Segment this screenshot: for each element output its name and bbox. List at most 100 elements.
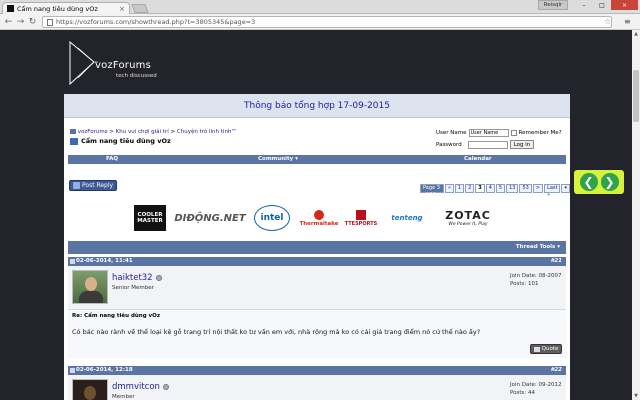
maximize-icon[interactable]: □ (593, 0, 611, 10)
sponsor-intel-text: intel (260, 213, 284, 223)
sponsor-didong-text: DIĐỘNG.NET (174, 212, 246, 224)
pager-page-current: 3 (475, 184, 485, 193)
username-input[interactable] (468, 129, 509, 137)
post-username-text: haiktet32 (112, 273, 153, 283)
pager-last[interactable]: Last » (544, 184, 561, 198)
pager-page-53[interactable]: 53 (519, 184, 532, 193)
post-user-info: haiktet32 Senior Member Join Date: 08-20… (68, 266, 566, 310)
browser-tab[interactable]: Cẩm nang tiêu dùng vOz × (2, 2, 130, 14)
post-title: Re: Cẩm nang tiêu dùng vOz (72, 313, 161, 319)
current-thread-text: Cẩm nang tiêu dùng vOz (81, 137, 171, 145)
breadcrumb-item-vozforums[interactable]: vozForums (78, 129, 108, 135)
avatar[interactable] (72, 379, 108, 400)
page-scrollbar[interactable]: ▲ ▼ (632, 30, 640, 400)
thread-tools-menu[interactable]: Thread Tools ▾ (516, 244, 560, 250)
breadcrumb-separator: > (107, 129, 116, 135)
remember-me-label: Remember Me? (518, 130, 562, 136)
post-number-link[interactable]: #21 (551, 258, 562, 264)
post-username[interactable]: haiktet32 (112, 273, 162, 283)
bookmark-star-icon[interactable]: ☆ (604, 17, 611, 26)
scroll-up-icon[interactable]: ▲ (632, 30, 640, 38)
back-icon[interactable]: ← (3, 17, 14, 27)
breadcrumb-home-icon[interactable] (70, 129, 76, 134)
tab-title: Cẩm nang tiêu dùng vOz (17, 4, 98, 13)
user-stats: Join Date: 08-2007 Posts: 101 (510, 272, 561, 288)
nav-community[interactable]: Community ▾ (258, 156, 298, 162)
pager-page-2[interactable]: 2 (465, 184, 475, 193)
scroll-down-icon[interactable]: ▼ (632, 392, 640, 400)
user-stats: Join Date: 09-2012 Posts: 44 (510, 381, 561, 397)
pager-first[interactable]: « (444, 184, 454, 193)
sponsor-thermaltake-text: Thermaltake (299, 220, 339, 227)
post-date: 02-06-2014, 12:18 (76, 367, 133, 373)
breadcrumb-item-khu-vui-choi[interactable]: Khu vui chơi giải trí (116, 129, 169, 135)
nav-faq[interactable]: FAQ (106, 156, 118, 162)
breadcrumb: vozForums > Khu vui chơi giải trí > Chuy… (70, 129, 237, 135)
profile-badge[interactable]: Reisqir (538, 0, 568, 10)
browser-menu-icon[interactable]: ≡ (624, 17, 631, 26)
sponsor-ttesports-text: TTESPORTS (344, 220, 378, 227)
offline-status-icon (155, 275, 162, 281)
post-header: 02-06-2014, 11:41 #21 (68, 257, 566, 266)
pager-next[interactable]: > (532, 184, 544, 193)
quote-button[interactable]: Quote (530, 344, 562, 354)
sponsor-tenteng[interactable]: tenteng (384, 205, 430, 231)
pager-page-1[interactable]: 1 (454, 184, 465, 193)
post-reply-icon (73, 182, 80, 189)
sponsor-didong[interactable]: DIĐỘNG.NET (174, 205, 246, 231)
pager-page-4[interactable]: 4 (485, 184, 495, 193)
breadcrumb-item-chuyen-tro[interactable]: Chuyện trò linh tinh™ (177, 129, 237, 135)
nav-calendar[interactable]: Calendar (464, 156, 492, 162)
sponsor-thermaltake[interactable]: Thermaltake (298, 205, 340, 231)
pager-label[interactable]: Page 3 of 54 (420, 184, 444, 198)
breadcrumb-separator: > (168, 129, 177, 135)
sponsor-tenteng-text: tenteng (391, 214, 423, 222)
login-button[interactable]: Log in (509, 140, 535, 149)
sponsor-ttesports[interactable]: TTESPORTS (344, 205, 378, 231)
avatar[interactable] (72, 270, 108, 304)
pager-page-13[interactable]: 13 (506, 184, 519, 193)
page-icon (47, 18, 53, 26)
post-username[interactable]: dmmvitcon (112, 382, 169, 392)
post-username-text: dmmvitcon (112, 382, 160, 392)
user-title: Member (112, 394, 135, 400)
sponsor-banner: COOLER MASTER DIĐỘNG.NET intel Thermalta… (134, 205, 504, 235)
remember-me-checkbox[interactable] (510, 130, 517, 136)
reload-icon[interactable]: ↻ (27, 17, 38, 27)
pager-menu-icon[interactable]: ▾ (561, 184, 570, 193)
sponsor-intel[interactable]: intel (254, 205, 290, 231)
post-reply-label: Post Reply (82, 182, 114, 189)
sponsor-cooler-master[interactable]: COOLER MASTER (134, 205, 166, 231)
sponsor-zotac[interactable]: ZOTAC We Power It, Play (436, 205, 500, 231)
user-title: Senior Member (112, 285, 154, 291)
post-user-info: dmmvitcon Member Join Date: 09-2012 Post… (68, 375, 566, 400)
post-number-link[interactable]: #22 (551, 367, 562, 373)
quote-label: Quote (541, 346, 559, 352)
pagination: Page 3 of 54 « 1 2 3 4 5 13 53 > Last » … (420, 184, 570, 198)
new-tab-button[interactable] (131, 4, 149, 13)
tab-close-icon[interactable]: × (119, 5, 125, 13)
offline-status-icon (162, 384, 169, 390)
join-date: Join Date: 08-2007 (510, 273, 562, 279)
announcement-link[interactable]: Thông báo tổng hợp 17-09-2015 (64, 94, 570, 118)
password-label: Password (436, 141, 462, 148)
post-date: 02-06-2014, 11:41 (76, 258, 133, 264)
forward-icon[interactable]: → (15, 17, 26, 27)
window-close-icon[interactable]: × (611, 0, 638, 10)
quote-icon (533, 346, 540, 352)
address-bar[interactable]: https://vozforums.com/showthread.php?t=3… (42, 16, 612, 28)
browser-toolbar: ← → ↻ https://vozforums.com/showthread.p… (0, 14, 640, 30)
password-input[interactable] (467, 140, 508, 149)
post-icon (70, 368, 75, 373)
pager-page-5[interactable]: 5 (495, 184, 506, 193)
minimize-icon[interactable]: – (575, 0, 593, 10)
post-reply-button[interactable]: Post Reply (69, 180, 117, 191)
previous-arrow-icon[interactable]: ❮ (579, 173, 598, 191)
url-text: https://vozforums.com/showthread.php?t=3… (56, 18, 256, 26)
post-count: Posts: 101 (510, 281, 539, 287)
sponsor-zotac-text: ZOTAC (445, 209, 491, 222)
logo-subtitle: tech discussed (116, 73, 157, 79)
next-arrow-icon[interactable]: ❯ (600, 173, 619, 191)
scroll-thumb[interactable] (633, 70, 639, 122)
thread-tools-bar: Thread Tools ▾ (68, 241, 566, 254)
